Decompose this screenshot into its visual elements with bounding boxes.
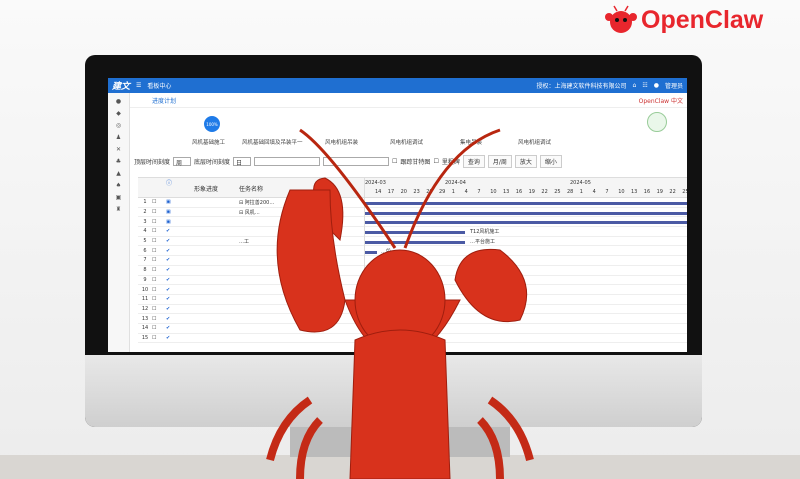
lobster	[266, 128, 534, 479]
